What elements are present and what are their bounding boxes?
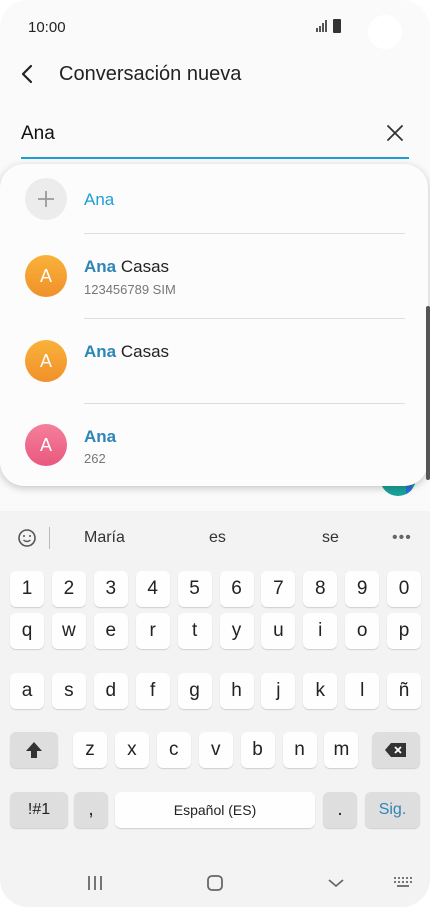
comma-key[interactable]: , xyxy=(74,792,108,828)
status-time: 10:00 xyxy=(28,19,66,36)
key-z[interactable]: z xyxy=(73,732,107,768)
key-s[interactable]: s xyxy=(51,673,86,709)
contact-name: Ana xyxy=(84,190,115,209)
key-q[interactable]: q xyxy=(10,613,44,649)
key-h[interactable]: h xyxy=(219,673,254,709)
battery-icon xyxy=(333,19,341,33)
key-2[interactable]: 2 xyxy=(51,571,86,607)
contact-name: Ana xyxy=(84,427,117,446)
signal-icon xyxy=(316,20,327,32)
avatar: A xyxy=(25,340,67,382)
scrollbar[interactable] xyxy=(426,306,430,480)
key-b[interactable]: b xyxy=(240,732,275,768)
close-icon[interactable] xyxy=(385,123,405,143)
key-d[interactable]: d xyxy=(93,673,128,709)
key-7[interactable]: 7 xyxy=(261,571,296,607)
key-t[interactable]: t xyxy=(177,613,212,649)
recipient-search xyxy=(21,117,409,159)
key-5[interactable]: 5 xyxy=(177,571,212,607)
key-k[interactable]: k xyxy=(303,673,338,709)
key-r[interactable]: r xyxy=(135,613,170,649)
keyboard-icon[interactable] xyxy=(393,874,413,890)
key-n[interactable]: n xyxy=(282,732,317,768)
list-item[interactable]: A Ana Casas xyxy=(0,319,428,404)
key-x[interactable]: x xyxy=(114,732,149,768)
key-v[interactable]: v xyxy=(198,732,233,768)
emoji-toggle-icon[interactable] xyxy=(16,527,38,549)
key-a[interactable]: a xyxy=(10,673,44,709)
keyboard: María es se ••• 1234567890 qwertyuiop as… xyxy=(0,511,430,907)
shift-key[interactable] xyxy=(10,732,58,768)
back-arrow-icon[interactable] xyxy=(16,62,40,86)
page-title: Conversación nueva xyxy=(59,63,242,85)
recent-apps-icon[interactable] xyxy=(86,874,104,892)
key-e[interactable]: e xyxy=(93,613,128,649)
next-key[interactable]: Sig. xyxy=(365,792,420,828)
key-w[interactable]: w xyxy=(51,613,86,649)
period-key[interactable]: . xyxy=(323,792,357,828)
list-item[interactable]: A Ana 262 xyxy=(0,404,428,486)
divider xyxy=(49,527,50,549)
list-item[interactable]: Ana xyxy=(0,164,428,234)
backspace-key[interactable] xyxy=(372,732,420,768)
key-ñ[interactable]: ñ xyxy=(387,673,422,709)
contact-suggestions: Ana A Ana Casas 123456789 SIM A Ana Casa… xyxy=(0,164,428,486)
key-c[interactable]: c xyxy=(156,732,191,768)
navigation-bar xyxy=(0,864,430,907)
back-chevron-icon[interactable] xyxy=(327,874,345,892)
key-m[interactable]: m xyxy=(324,732,359,768)
avatar: A xyxy=(25,424,67,466)
phone-screen: 10:00 Conversación nueva Ana Ana A Ana C… xyxy=(0,0,430,907)
key-4[interactable]: 4 xyxy=(135,571,170,607)
key-1[interactable]: 1 xyxy=(10,571,44,607)
key-3[interactable]: 3 xyxy=(93,571,128,607)
app-header: Conversación nueva xyxy=(0,52,430,102)
more-icon[interactable]: ••• xyxy=(392,529,412,547)
key-8[interactable]: 8 xyxy=(303,571,338,607)
key-o[interactable]: o xyxy=(345,613,380,649)
key-f[interactable]: f xyxy=(135,673,170,709)
key-l[interactable]: l xyxy=(345,673,380,709)
recipient-input[interactable] xyxy=(21,119,361,149)
list-item[interactable]: A Ana Casas 123456789 SIM xyxy=(0,234,428,319)
key-i[interactable]: i xyxy=(303,613,338,649)
home-icon[interactable] xyxy=(206,874,224,892)
contact-subtitle: 123456789 SIM xyxy=(84,282,176,297)
suggestion-word[interactable]: María xyxy=(84,529,125,547)
symbols-key[interactable]: !#1 xyxy=(10,792,68,828)
key-0[interactable]: 0 xyxy=(387,571,422,607)
key-6[interactable]: 6 xyxy=(219,571,254,607)
suggestion-word[interactable]: se xyxy=(322,529,339,547)
contact-name: Ana Casas xyxy=(84,257,170,276)
space-key[interactable]: Español (ES) xyxy=(115,792,315,828)
add-icon xyxy=(25,178,67,220)
suggestion-word[interactable]: es xyxy=(209,529,226,547)
contact-subtitle: 262 xyxy=(84,451,106,466)
key-9[interactable]: 9 xyxy=(345,571,380,607)
suggestion-bar: María es se ••• xyxy=(0,511,430,563)
key-p[interactable]: p xyxy=(387,613,422,649)
key-u[interactable]: u xyxy=(261,613,296,649)
key-j[interactable]: j xyxy=(261,673,296,709)
status-bar: 10:00 xyxy=(0,0,430,52)
avatar: A xyxy=(25,255,67,297)
camera-cutout xyxy=(368,15,402,49)
contact-name: Ana Casas xyxy=(84,342,170,361)
key-g[interactable]: g xyxy=(177,673,212,709)
key-y[interactable]: y xyxy=(219,613,254,649)
